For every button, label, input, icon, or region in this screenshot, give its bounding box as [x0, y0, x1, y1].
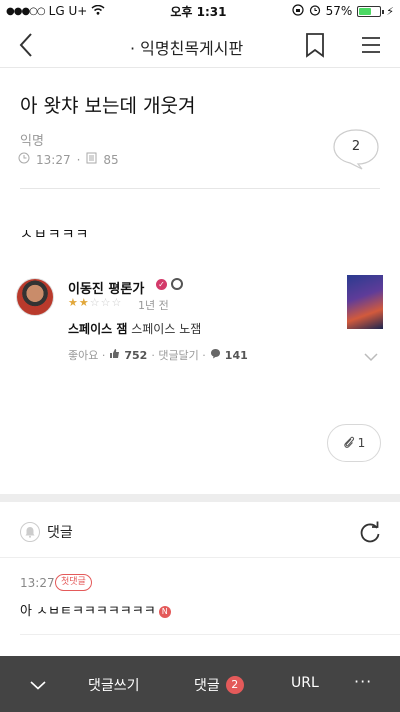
movie-poster[interactable] [347, 275, 383, 329]
star-filled-icon: ★ [78, 296, 90, 309]
back-button[interactable] [14, 30, 40, 60]
paperclip-icon [344, 436, 354, 448]
clock-icon [18, 152, 30, 167]
critic-badge-icon [171, 278, 183, 290]
star-empty-icon: ☆ [89, 296, 101, 309]
star-empty-icon: ☆ [111, 296, 123, 309]
status-time: 오후 1:31 [170, 4, 227, 19]
board-title: · 익명친목게시판 [130, 39, 244, 58]
critic-name: 이동진 평론가 [68, 282, 145, 297]
post-views: 85 [103, 152, 119, 167]
reply-count: 141 [224, 348, 248, 362]
bookmark-icon [306, 33, 324, 58]
wifi-icon [91, 4, 105, 18]
comment-time: 13:27 [20, 576, 55, 590]
post-title: 아 왓챠 보는데 개웃겨 [20, 95, 196, 117]
review-text: 스페이스 노잼 [131, 322, 202, 336]
first-comment-badge: 첫댓글 [55, 574, 92, 591]
expand-button[interactable] [364, 347, 378, 362]
carrier: LG U+ [48, 4, 88, 18]
comments-button-label: 댓글 [194, 678, 220, 694]
comments-count-badge: 2 [225, 676, 244, 694]
divider [20, 634, 400, 635]
comments-title: 댓글 [47, 525, 73, 541]
post-body: ㅅㅂㅋㅋㅋ [20, 227, 90, 243]
lock-rotation-icon [291, 3, 304, 19]
hamburger-icon [362, 37, 380, 53]
star-filled-icon: ★ [68, 296, 79, 309]
views-icon [86, 152, 97, 167]
review-card[interactable]: 이동진 평론가 ✓ ★★☆☆☆ 1년 전 스페이스 잼 스페이스 노잼 좋아요 … [0, 270, 400, 370]
movie-title: 스페이스 잼 [68, 322, 128, 336]
like-count: 752 [124, 348, 148, 362]
battery-icon [357, 5, 385, 17]
post-meta: 13:27 · 85 [18, 152, 119, 167]
comment-count-button[interactable]: 2 [332, 128, 380, 170]
critic-avatar [16, 278, 54, 316]
nav-bar: · 익명친목게시판 [0, 22, 400, 68]
refresh-icon [360, 521, 380, 543]
thumbs-up-icon [109, 348, 120, 362]
meta-separator: · [76, 152, 81, 167]
post-time: 13:27 [36, 152, 71, 167]
attachment-button[interactable]: 1 [327, 424, 381, 462]
url-button[interactable]: URL [291, 675, 319, 691]
comments-header: 댓글 [0, 502, 400, 558]
comments-button[interactable]: 댓글 2 [194, 675, 244, 695]
review-actions: 좋아요 · 752 · 댓글달기 · 141 [68, 347, 248, 363]
divider [20, 188, 380, 189]
reply-label[interactable]: · 댓글달기 · [151, 347, 205, 363]
star-empty-icon: ☆ [100, 296, 112, 309]
bell-icon[interactable] [20, 522, 40, 542]
comment-item: 아 ㅅㅂㅌㅋㅋㅋㅋㅋㅋㅋ N [20, 600, 171, 619]
chevron-left-icon [19, 33, 32, 57]
attachment-count: 1 [357, 436, 366, 450]
collapse-button[interactable] [30, 678, 46, 690]
new-badge: N [158, 606, 171, 618]
refresh-button[interactable] [358, 520, 382, 544]
bookmark-button[interactable] [303, 31, 327, 59]
write-comment-button[interactable]: 댓글쓰기 [88, 675, 140, 695]
review-time: 1년 전 [138, 299, 169, 312]
rating-stars: ★★☆☆☆ [68, 296, 122, 309]
status-bar: ●●●○○ LG U+ 오후 1:31 57% ⚡ [0, 0, 400, 22]
signal-icon: ●●●○○ [6, 5, 46, 17]
verified-icon: ✓ [156, 279, 167, 290]
battery-percent: 57% [325, 4, 353, 18]
chevron-down-icon [30, 681, 46, 690]
charging-icon: ⚡ [386, 4, 394, 18]
alarm-icon [309, 4, 321, 19]
bottom-bar: 댓글쓰기 댓글 2 URL ··· [0, 656, 400, 712]
comment-icon [210, 348, 221, 362]
section-divider [0, 494, 400, 502]
comment-count: 2 [351, 139, 361, 154]
like-label[interactable]: 좋아요 · [68, 347, 105, 363]
review-line: 스페이스 잼 스페이스 노잼 [68, 320, 201, 337]
more-icon[interactable]: ··· [354, 672, 372, 691]
chevron-down-icon [364, 353, 378, 362]
menu-button[interactable] [360, 33, 382, 57]
post-author: 익명 [20, 134, 44, 149]
comment-text: 아 ㅅㅂㅌㅋㅋㅋㅋㅋㅋㅋ [20, 604, 156, 619]
